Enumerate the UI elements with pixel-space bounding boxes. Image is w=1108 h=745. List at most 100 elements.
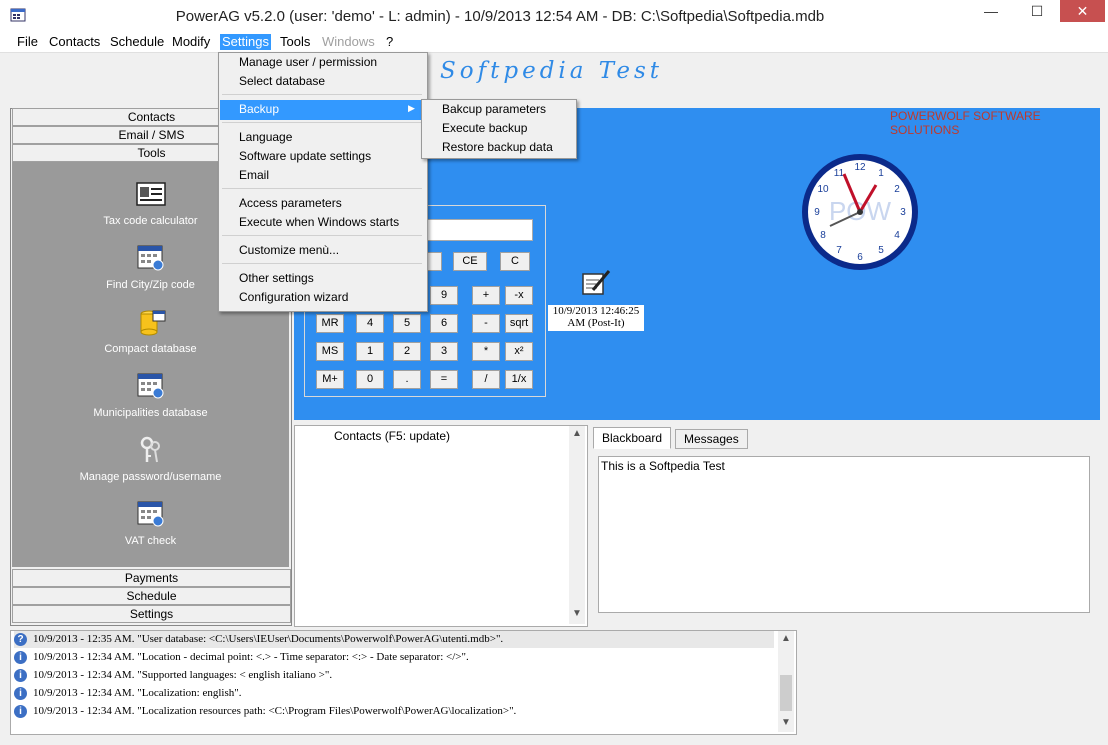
scroll-up-icon[interactable]: ▲ <box>781 633 791 644</box>
brand-label: POWERWOLF SOFTWARE SOLUTIONS <box>890 109 1041 137</box>
tool-compact-database[interactable]: Compact database <box>12 308 289 355</box>
calc-button-negate[interactable]: -x <box>505 286 533 305</box>
calc-button-mr[interactable]: MR <box>316 314 344 333</box>
database-icon <box>140 310 165 336</box>
menu-item-customize-menu[interactable]: Customize menù... <box>239 241 339 259</box>
analog-clock: POW 12 1 2 3 4 5 6 7 8 9 10 11 <box>802 154 918 270</box>
menu-item-select-database[interactable]: Select database <box>239 72 325 90</box>
calc-button-3[interactable]: 3 <box>430 342 458 361</box>
menu-schedule[interactable]: Schedule <box>108 34 166 50</box>
menu-tools[interactable]: Tools <box>278 34 312 50</box>
menu-file[interactable]: File <box>15 34 40 50</box>
calc-button-0[interactable]: 0 <box>356 370 384 389</box>
maximize-button[interactable]: ☐ <box>1014 0 1060 22</box>
tool-municipalities-database[interactable]: Municipalities database <box>12 372 289 419</box>
calc-button-c[interactable]: C <box>500 252 530 271</box>
menu-item-language[interactable]: Language <box>239 128 292 146</box>
calc-button-divide[interactable]: / <box>472 370 500 389</box>
contacts-pane-label: Contacts (F5: update) <box>334 429 451 443</box>
menu-separator <box>222 94 422 95</box>
calc-button-plus[interactable]: + <box>472 286 500 305</box>
menu-item-backup[interactable]: Backup <box>239 100 279 118</box>
submenu-item-backup-parameters[interactable]: Bakcup parameters <box>442 100 546 118</box>
info-icon: i <box>14 668 27 682</box>
calc-button-1[interactable]: 1 <box>356 342 384 361</box>
tool-vat-check[interactable]: VAT check <box>12 500 289 547</box>
menu-bar: File Contacts Schedule Modify Settings T… <box>0 32 1108 53</box>
clock-number: 3 <box>900 207 906 218</box>
menu-item-access-parameters[interactable]: Access parameters <box>239 194 342 212</box>
calc-button-reciprocal[interactable]: 1/x <box>505 370 533 389</box>
clock-number: 6 <box>857 252 863 263</box>
contacts-pane[interactable] <box>294 425 588 627</box>
info-icon: i <box>14 686 27 700</box>
log-row[interactable]: i 10/9/2013 - 12:34 AM. "Location - decim… <box>14 649 469 666</box>
submenu-item-restore-backup[interactable]: Restore backup data <box>442 138 553 156</box>
calc-button-decimal[interactable]: . <box>393 370 421 389</box>
clock-number: 4 <box>894 230 900 241</box>
post-it-icon[interactable] <box>579 268 613 298</box>
menu-item-email[interactable]: Email <box>239 166 269 184</box>
calc-button-6[interactable]: 6 <box>430 314 458 333</box>
calc-button-square[interactable]: x² <box>505 342 533 361</box>
calc-button-mplus[interactable]: M+ <box>316 370 344 389</box>
clock-number: 2 <box>894 184 900 195</box>
clock-number: 9 <box>814 207 820 218</box>
tool-label: Compact database <box>104 343 197 355</box>
calc-button-minus[interactable]: - <box>472 314 500 333</box>
menu-separator <box>222 263 422 264</box>
calc-button-2[interactable]: 2 <box>393 342 421 361</box>
calc-button-ms[interactable]: MS <box>316 342 344 361</box>
blackboard-textarea[interactable]: This is a Softpedia Test <box>598 456 1090 613</box>
menu-item-configuration-wizard[interactable]: Configuration wizard <box>239 288 348 306</box>
tab-messages[interactable]: Messages <box>675 429 748 449</box>
menu-item-other-settings[interactable]: Other settings <box>239 269 314 287</box>
menu-settings[interactable]: Settings <box>220 34 271 50</box>
tool-manage-password[interactable]: Manage password/username <box>12 436 289 483</box>
calc-button-sqrt[interactable]: sqrt <box>505 314 533 333</box>
post-it-label: AM (Post-It) <box>567 317 625 329</box>
menu-item-manage-user[interactable]: Manage user / permission <box>239 53 377 71</box>
log-row[interactable]: i 10/9/2013 - 12:34 AM. "Localization res… <box>14 703 516 720</box>
menu-item-software-update[interactable]: Software update settings <box>239 147 371 165</box>
panel-tab-payments[interactable]: Payments <box>12 569 291 587</box>
menu-windows[interactable]: Windows <box>320 34 377 50</box>
header-title: Softpedia Test <box>440 58 664 84</box>
post-it-note[interactable]: 10/9/2013 12:46:25 AM (Post-It) <box>548 305 644 331</box>
menu-modify[interactable]: Modify <box>170 34 212 50</box>
calc-button-4[interactable]: 4 <box>356 314 384 333</box>
menu-contacts[interactable]: Contacts <box>47 34 102 50</box>
clock-number: 1 <box>878 168 884 179</box>
calc-button-ce[interactable]: CE <box>453 252 487 271</box>
calc-button-9[interactable]: 9 <box>430 286 458 305</box>
help-icon: ? <box>14 632 27 646</box>
menu-item-execute-windows-starts[interactable]: Execute when Windows starts <box>239 213 399 231</box>
calendar-grid-icon <box>137 373 163 399</box>
log-row[interactable]: i 10/9/2013 - 12:34 AM. "Localization: en… <box>14 685 241 702</box>
clock-number: 10 <box>817 184 829 195</box>
calc-button-5[interactable]: 5 <box>393 314 421 333</box>
log-scrollbar[interactable]: ▲ ▼ <box>778 631 794 732</box>
info-icon: i <box>14 704 27 718</box>
submenu-item-execute-backup[interactable]: Execute backup <box>442 119 527 137</box>
calc-button-equals[interactable]: = <box>430 370 458 389</box>
calculator-display[interactable] <box>420 219 533 241</box>
tab-blackboard[interactable]: Blackboard <box>593 427 672 449</box>
log-row[interactable]: i 10/9/2013 - 12:34 AM. "Supported langua… <box>14 667 332 684</box>
log-row[interactable]: ? 10/9/2013 - 12:35 AM. "User database: <… <box>14 631 774 648</box>
calc-button-multiply[interactable]: * <box>472 342 500 361</box>
title-bar: PowerAG v5.2.0 (user: 'demo' - L: admin)… <box>0 0 1108 33</box>
minimize-button[interactable]: — <box>968 0 1014 22</box>
close-button[interactable]: ✕ <box>1060 0 1105 22</box>
scroll-down-icon[interactable]: ▼ <box>572 608 582 619</box>
scroll-thumb[interactable] <box>780 675 792 711</box>
contacts-scrollbar[interactable]: ▲ ▼ <box>569 426 585 624</box>
panel-tab-schedule[interactable]: Schedule <box>12 587 291 605</box>
menu-help[interactable]: ? <box>384 34 395 50</box>
panel-tab-settings[interactable]: Settings <box>12 605 291 623</box>
post-it-date: 10/9/2013 12:46:25 <box>552 305 640 317</box>
scroll-up-icon[interactable]: ▲ <box>572 428 582 439</box>
menu-separator <box>222 235 422 236</box>
scroll-down-icon[interactable]: ▼ <box>781 717 791 728</box>
clock-number: 5 <box>878 245 884 256</box>
